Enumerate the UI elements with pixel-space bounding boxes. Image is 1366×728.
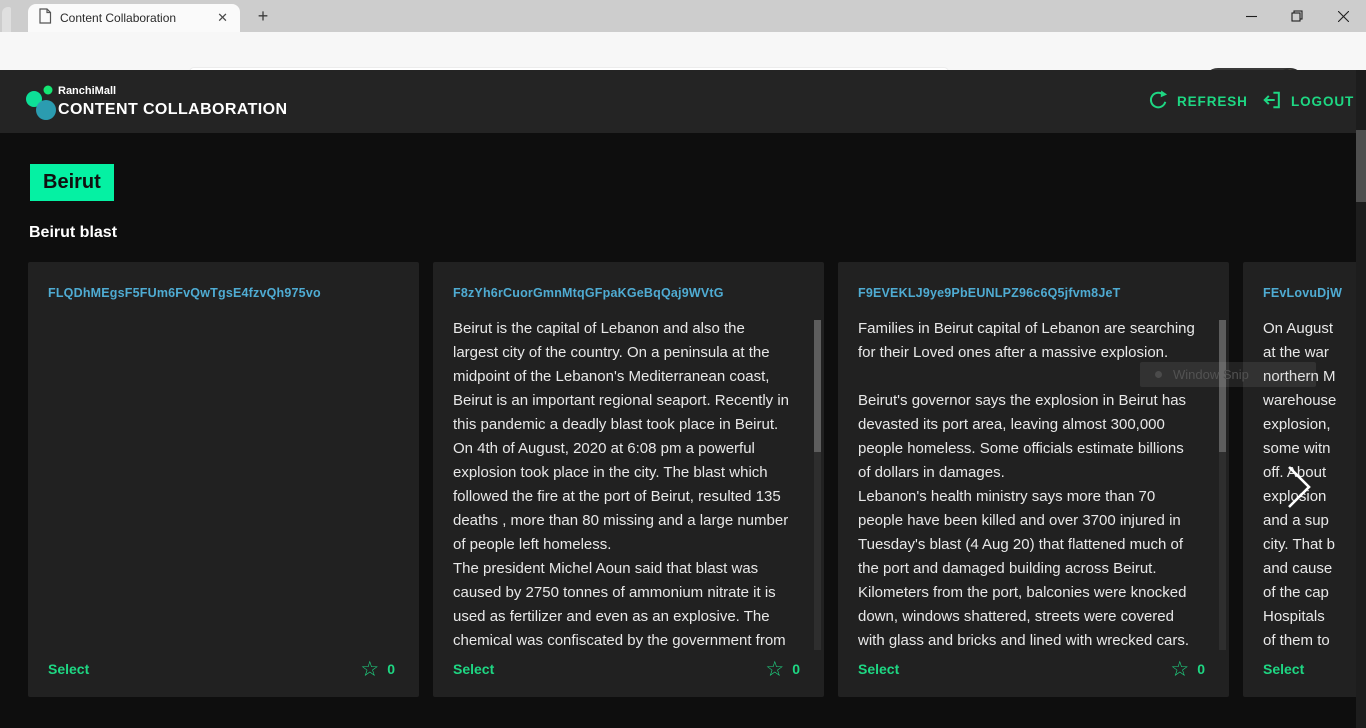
star-count: 0 xyxy=(792,661,800,677)
star-icon[interactable]: ☆ xyxy=(360,659,379,680)
window-restore-button[interactable] xyxy=(1274,0,1320,32)
card-carousel: FLQDhMEgsF5FUm6FvQwTgsE4fzvQh975vo Selec… xyxy=(28,262,1366,698)
tab-title: Content Collaboration xyxy=(60,11,215,25)
brand-block: RanchiMall CONTENT COLLABORATION xyxy=(58,85,287,119)
card-id: FLQDhMEgsF5FUm6FvQwTgsE4fzvQh975vo xyxy=(48,286,399,300)
carousel-next-button[interactable] xyxy=(1285,463,1313,516)
scrollbar-thumb[interactable] xyxy=(814,320,821,452)
browser-toolbar: ↻ https://ranchimall.github.io/p2p-conte… xyxy=(0,32,1366,70)
select-button[interactable]: Select xyxy=(453,661,494,677)
brand-name: RanchiMall xyxy=(58,85,287,97)
page-scrollbar-thumb[interactable] xyxy=(1356,130,1366,202)
browser-titlebar: Content Collaboration ✕ + xyxy=(0,0,1366,32)
card-footer: Select ☆ 0 xyxy=(48,653,395,685)
card-footer: Select ☆ 0 xyxy=(453,653,800,685)
content-card: F8zYh6rCuorGmnMtqGFpaKGeBqQaj9WVtG Beiru… xyxy=(433,262,824,697)
star-rating[interactable]: ☆ 0 xyxy=(1170,659,1205,680)
star-rating[interactable]: ☆ 0 xyxy=(765,659,800,680)
select-button[interactable]: Select xyxy=(48,661,89,677)
star-rating[interactable]: ☆ 0 xyxy=(360,659,395,680)
topic-chip: Beirut xyxy=(30,164,114,201)
refresh-button[interactable]: REFRESH xyxy=(1148,70,1248,133)
card-body: Beirut is the capital of Lebanon and als… xyxy=(453,317,804,650)
snip-dot-icon xyxy=(1155,371,1162,378)
logout-icon xyxy=(1262,90,1282,113)
page-subtitle: Beirut blast xyxy=(29,224,1366,242)
card-footer: Select ☆ 0 xyxy=(858,653,1205,685)
page-favicon-icon xyxy=(38,8,52,29)
window-close-button[interactable] xyxy=(1320,0,1366,32)
card-footer: Select xyxy=(1263,653,1366,685)
select-button[interactable]: Select xyxy=(858,661,899,677)
content-card: F9EVEKLJ9ye9PbEUNLPZ96c6Q5jfvm8JeT Famil… xyxy=(838,262,1229,697)
new-tab-button[interactable]: + xyxy=(252,5,274,27)
window-minimize-button[interactable] xyxy=(1228,0,1274,32)
select-button[interactable]: Select xyxy=(1263,661,1304,677)
page-scrollbar[interactable] xyxy=(1356,70,1366,728)
card-id: FEvLovuDjW xyxy=(1263,286,1366,300)
ranchimall-logo-icon xyxy=(24,83,60,126)
window-snip-tooltip: Window Snip xyxy=(1140,362,1316,387)
star-count: 0 xyxy=(1197,661,1205,677)
logout-button[interactable]: LOGOUT xyxy=(1262,70,1354,133)
content-card: FLQDhMEgsF5FUm6FvQwTgsE4fzvQh975vo Selec… xyxy=(28,262,419,697)
tab-strip-edge xyxy=(2,7,11,32)
refresh-label: REFRESH xyxy=(1177,94,1248,109)
main-content: Beirut Beirut blast FLQDhMEgsF5FUm6FvQwT… xyxy=(0,133,1366,728)
logout-label: LOGOUT xyxy=(1291,94,1354,109)
star-icon[interactable]: ☆ xyxy=(765,659,784,680)
star-count: 0 xyxy=(387,661,395,677)
snip-label: Window Snip xyxy=(1173,367,1249,382)
app-header: RanchiMall CONTENT COLLABORATION REFRESH… xyxy=(0,70,1366,133)
card-body xyxy=(48,317,399,650)
window-controls xyxy=(1228,0,1366,32)
card-id: F9EVEKLJ9ye9PbEUNLPZ96c6Q5jfvm8JeT xyxy=(858,286,1209,300)
tab-close-icon[interactable]: ✕ xyxy=(215,11,230,26)
card-scrollbar[interactable] xyxy=(814,320,821,650)
app-title: CONTENT COLLABORATION xyxy=(58,101,287,119)
star-icon[interactable]: ☆ xyxy=(1170,659,1189,680)
refresh-icon xyxy=(1148,90,1168,113)
browser-tab[interactable]: Content Collaboration ✕ xyxy=(28,4,240,32)
card-id: F8zYh6rCuorGmnMtqGFpaKGeBqQaj9WVtG xyxy=(453,286,804,300)
